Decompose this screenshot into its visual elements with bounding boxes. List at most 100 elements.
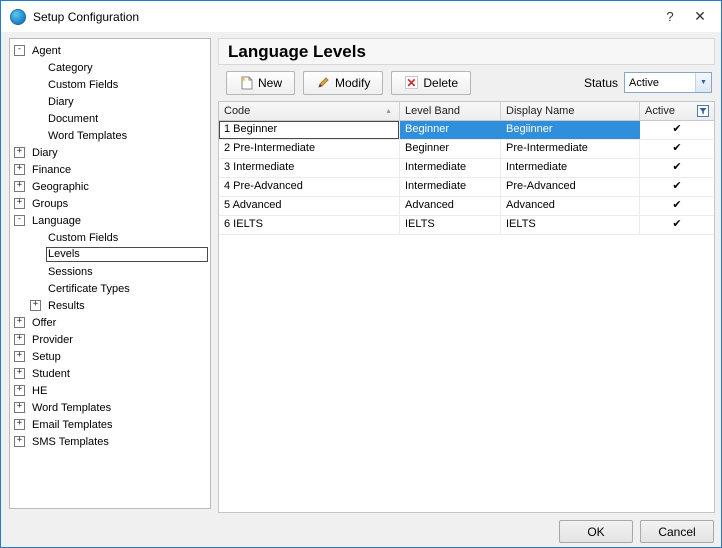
tree-item-word-templates[interactable]: Word Templates xyxy=(10,127,210,144)
table-row[interactable]: 1 BeginnerBeginnerBegiinner✔ xyxy=(219,121,714,140)
tree-item-label: Results xyxy=(46,299,87,313)
tree-item-label: Custom Fields xyxy=(46,231,120,245)
help-button[interactable]: ? xyxy=(655,1,685,32)
tree-item-email-templates[interactable]: + Email Templates xyxy=(10,416,210,433)
page-title-bar: Language Levels xyxy=(218,38,715,65)
expand-icon[interactable]: + xyxy=(14,368,25,379)
tree-item-diary[interactable]: Diary xyxy=(10,93,210,110)
tree-item-custom-fields[interactable]: Custom Fields xyxy=(10,229,210,246)
tree: -AgentCategoryCustom FieldsDiaryDocument… xyxy=(9,38,211,509)
tree-item-student[interactable]: +Student xyxy=(10,365,210,382)
tree-item-he[interactable]: + HE xyxy=(10,382,210,399)
tree-item-results[interactable]: + Results xyxy=(10,297,210,314)
expand-icon[interactable]: + xyxy=(14,385,25,396)
expand-icon[interactable]: + xyxy=(14,164,25,175)
cell-display[interactable]: Advanced xyxy=(501,197,640,215)
cell-display[interactable]: Intermediate xyxy=(501,159,640,177)
expand-icon[interactable]: + xyxy=(14,402,25,413)
expand-icon[interactable]: + xyxy=(14,436,25,447)
tree-item-language[interactable]: -Language xyxy=(10,212,210,229)
sort-ascending-icon: ▲ xyxy=(385,108,394,115)
tree-item-document[interactable]: Document xyxy=(10,110,210,127)
tree-item-label: Agent xyxy=(30,44,63,58)
tree-item-custom-fields[interactable]: Custom Fields xyxy=(10,76,210,93)
expand-icon[interactable]: + xyxy=(14,198,25,209)
ok-button[interactable]: OK xyxy=(559,520,633,543)
cell-display[interactable]: Pre-Advanced xyxy=(501,178,640,196)
cell-display[interactable]: Pre-Intermediate xyxy=(501,140,640,158)
column-header-display-name[interactable]: Display Name xyxy=(501,102,640,120)
tree-item-provider[interactable]: +Provider xyxy=(10,331,210,348)
modify-button[interactable]: Modify xyxy=(303,71,383,95)
cell-band[interactable]: Beginner xyxy=(400,121,501,139)
cell-display[interactable]: IELTS xyxy=(501,216,640,234)
tree-item-label: Levels xyxy=(46,247,208,262)
filter-icon[interactable] xyxy=(697,105,709,117)
cell-band[interactable]: Advanced xyxy=(400,197,501,215)
tree-item-diary[interactable]: +Diary xyxy=(10,144,210,161)
cell-display[interactable]: Begiinner xyxy=(501,121,640,139)
expand-icon[interactable]: + xyxy=(14,181,25,192)
active-checkbox[interactable]: ✔ xyxy=(640,197,714,215)
cell-code[interactable]: 2 Pre-Intermediate xyxy=(219,140,400,158)
tree-item-sms-templates[interactable]: +SMS Templates xyxy=(10,433,210,450)
tree-item-word-templates[interactable]: +Word Templates xyxy=(10,399,210,416)
cell-band[interactable]: Intermediate xyxy=(400,178,501,196)
active-checkbox[interactable]: ✔ xyxy=(640,216,714,234)
table-row[interactable]: 3 IntermediateIntermediateIntermediate✔ xyxy=(219,159,714,178)
expand-icon[interactable]: + xyxy=(14,351,25,362)
tree-item-certificate-types[interactable]: Certificate Types xyxy=(10,280,210,297)
column-label-active: Active xyxy=(645,105,675,117)
table-row[interactable]: 4 Pre-AdvancedIntermediatePre-Advanced✔ xyxy=(219,178,714,197)
table-row[interactable]: 6 IELTSIELTSIELTS✔ xyxy=(219,216,714,235)
cell-code[interactable]: 1 Beginner xyxy=(219,121,400,139)
collapse-icon[interactable]: - xyxy=(14,45,25,56)
tree-item-label: Email Templates xyxy=(30,418,115,432)
cancel-button[interactable]: Cancel xyxy=(640,520,714,543)
cell-code[interactable]: 6 IELTS xyxy=(219,216,400,234)
tree-item-label: Setup xyxy=(30,350,63,364)
cell-code[interactable]: 5 Advanced xyxy=(219,197,400,215)
tree-item-setup[interactable]: + Setup xyxy=(10,348,210,365)
new-document-icon xyxy=(239,76,253,90)
tree-item-sessions[interactable]: Sessions xyxy=(10,263,210,280)
column-header-level-band[interactable]: Level Band xyxy=(400,102,501,120)
status-dropdown-value: Active xyxy=(625,77,695,89)
close-button[interactable]: ✕ xyxy=(685,1,715,32)
dropdown-arrow-icon[interactable]: ▼ xyxy=(695,73,711,92)
app-icon xyxy=(10,9,26,25)
table-row[interactable]: 2 Pre-IntermediateBeginnerPre-Intermedia… xyxy=(219,140,714,159)
tree-item-agent[interactable]: -Agent xyxy=(10,42,210,59)
column-header-code[interactable]: Code ▲ xyxy=(219,102,400,120)
page-title: Language Levels xyxy=(228,42,366,62)
column-header-active[interactable]: Active xyxy=(640,102,714,120)
tree-item-label: HE xyxy=(30,384,49,398)
new-button-label: New xyxy=(258,76,282,90)
active-checkbox[interactable]: ✔ xyxy=(640,140,714,158)
expand-icon[interactable]: + xyxy=(14,147,25,158)
tree-item-category[interactable]: Category xyxy=(10,59,210,76)
delete-button[interactable]: ✕ Delete xyxy=(391,71,471,95)
cell-code[interactable]: 4 Pre-Advanced xyxy=(219,178,400,196)
tree-item-offer[interactable]: +Offer xyxy=(10,314,210,331)
status-dropdown[interactable]: Active ▼ xyxy=(624,72,712,93)
cell-band[interactable]: Beginner xyxy=(400,140,501,158)
tree-item-finance[interactable]: +Finance xyxy=(10,161,210,178)
cell-band[interactable]: Intermediate xyxy=(400,159,501,177)
collapse-icon[interactable]: - xyxy=(14,215,25,226)
column-label-level-band: Level Band xyxy=(405,105,460,117)
active-checkbox[interactable]: ✔ xyxy=(640,178,714,196)
active-checkbox[interactable]: ✔ xyxy=(640,121,714,139)
expand-icon[interactable]: + xyxy=(14,419,25,430)
expand-icon[interactable]: + xyxy=(14,317,25,328)
cell-band[interactable]: IELTS xyxy=(400,216,501,234)
tree-item-groups[interactable]: +Groups xyxy=(10,195,210,212)
active-checkbox[interactable]: ✔ xyxy=(640,159,714,177)
expand-icon[interactable]: + xyxy=(14,334,25,345)
table-row[interactable]: 5 AdvancedAdvancedAdvanced✔ xyxy=(219,197,714,216)
expand-icon[interactable]: + xyxy=(30,300,41,311)
new-button[interactable]: New xyxy=(226,71,295,95)
tree-item-levels[interactable]: Levels xyxy=(10,246,210,263)
tree-item-geographic[interactable]: +Geographic xyxy=(10,178,210,195)
cell-code[interactable]: 3 Intermediate xyxy=(219,159,400,177)
